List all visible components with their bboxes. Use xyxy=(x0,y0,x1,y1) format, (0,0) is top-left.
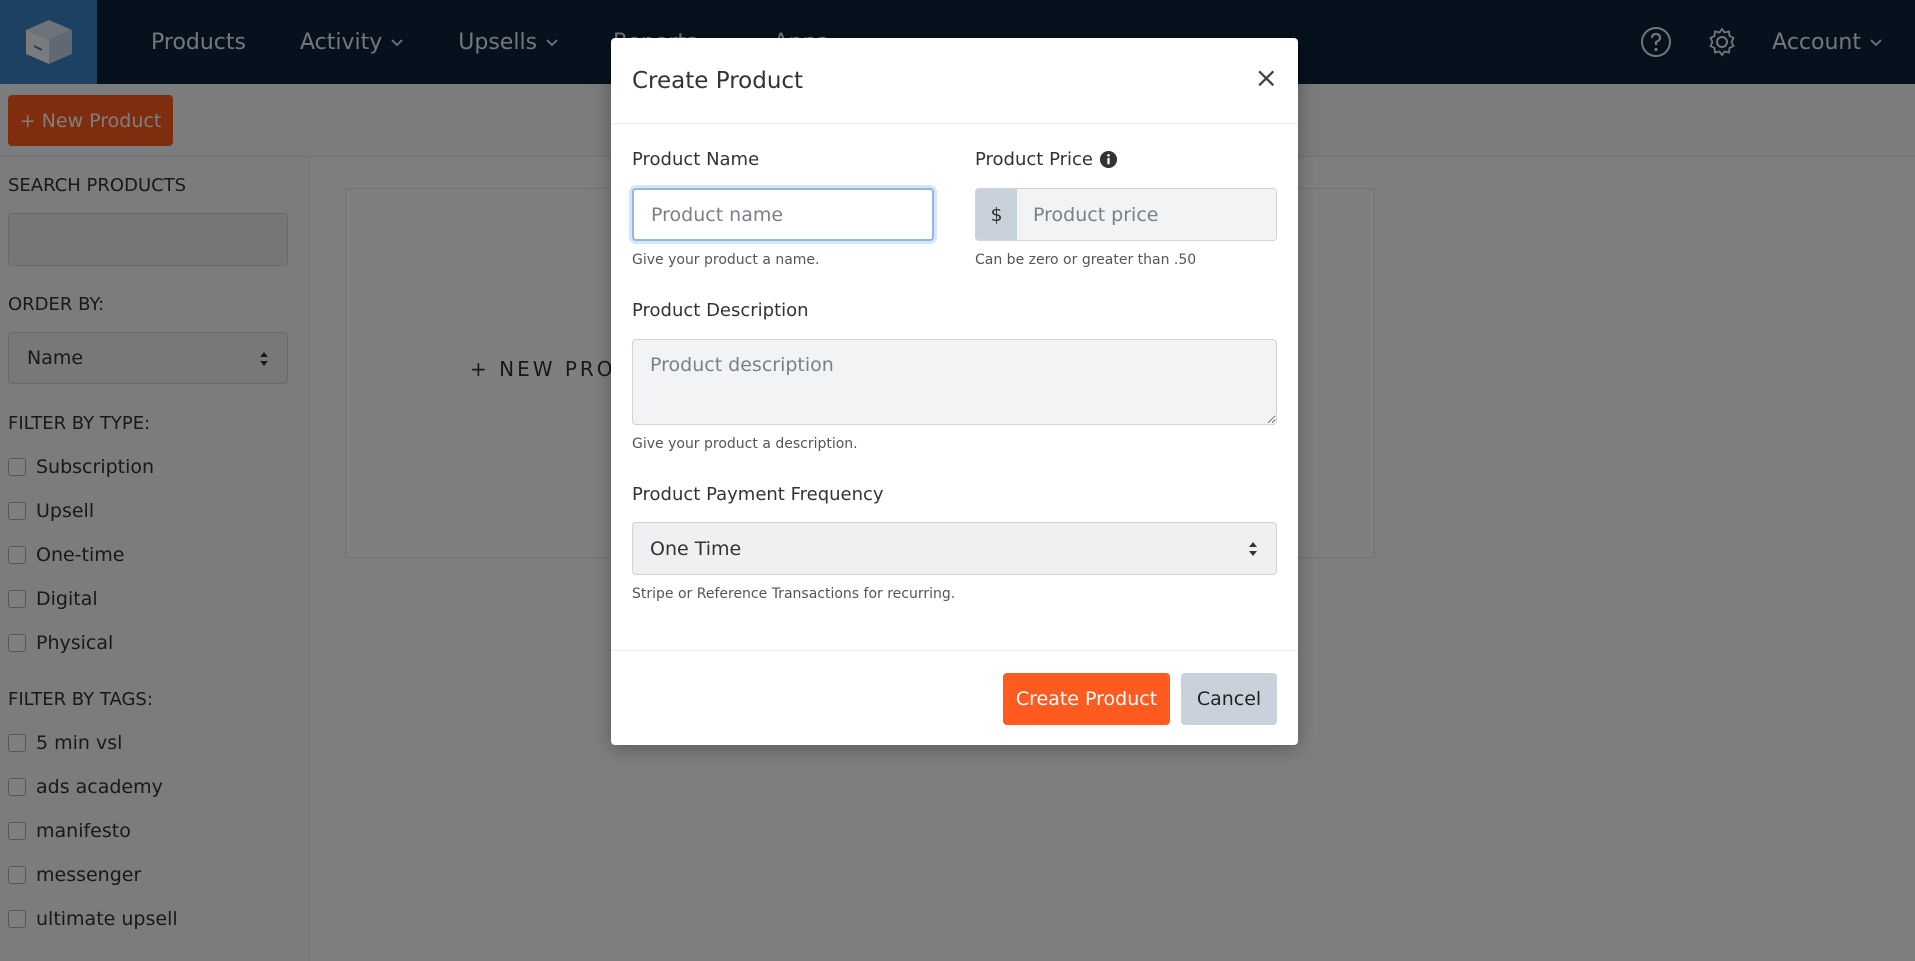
payment-frequency-select[interactable]: One Time xyxy=(632,522,1277,575)
product-price-label-group: Product Price xyxy=(975,149,1118,170)
product-description-label: Product Description xyxy=(632,300,809,321)
modal-header: Create Product × xyxy=(611,38,1298,124)
info-icon[interactable] xyxy=(1099,150,1118,169)
product-name-label: Product Name xyxy=(632,149,760,170)
product-price-help: Can be zero or greater than .50 xyxy=(975,252,1197,268)
payment-frequency-help: Stripe or Reference Transactions for rec… xyxy=(632,586,956,602)
product-price-group: $ xyxy=(975,188,1277,241)
product-name-help: Give your product a name. xyxy=(632,252,820,268)
cancel-button[interactable]: Cancel xyxy=(1181,673,1277,725)
product-price-label: Product Price xyxy=(975,149,1093,170)
currency-addon: $ xyxy=(976,189,1017,240)
create-product-modal: Create Product × Product Name Give your … xyxy=(611,38,1298,745)
modal-footer: Create Product Cancel xyxy=(611,650,1298,745)
product-description-input[interactable] xyxy=(632,339,1277,425)
close-icon[interactable]: × xyxy=(1255,64,1278,92)
sort-arrows-icon xyxy=(1249,542,1257,556)
create-product-button[interactable]: Create Product xyxy=(1003,673,1170,725)
product-name-input[interactable] xyxy=(632,188,934,241)
payment-frequency-label: Product Payment Frequency xyxy=(632,484,884,505)
modal-title: Create Product xyxy=(632,68,804,94)
product-description-help: Give your product a description. xyxy=(632,436,858,452)
product-price-input[interactable] xyxy=(1017,189,1276,240)
